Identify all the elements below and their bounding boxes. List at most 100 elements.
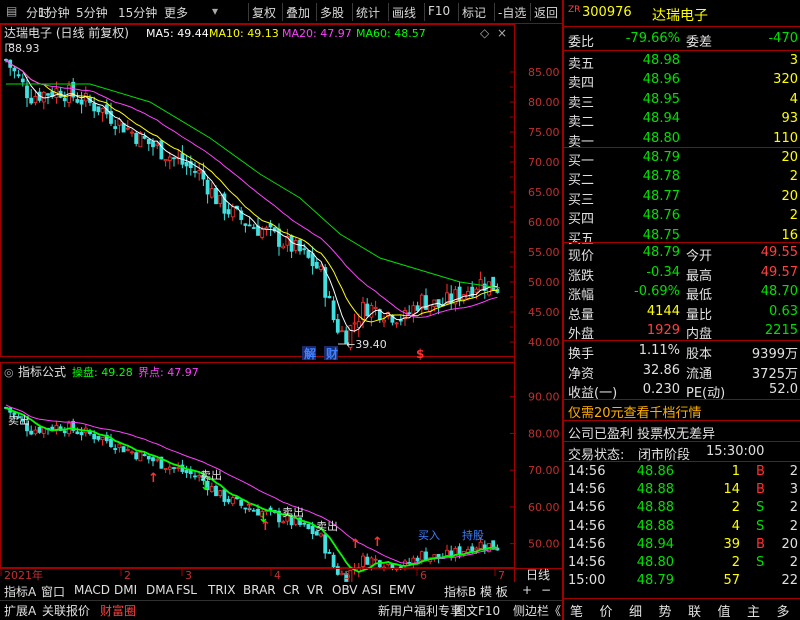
xaxis-label: 2021年: [4, 568, 43, 582]
notice-row: 公司已盈利 投票权无差异: [566, 421, 800, 442]
ind-candle-body: [331, 554, 336, 568]
collapse-icon[interactable]: ◎: [4, 366, 14, 379]
indicator-tab-11[interactable]: ASI: [362, 583, 381, 597]
indicator-tab-7[interactable]: BRAR: [243, 583, 276, 597]
sell-vol: 110: [773, 130, 798, 146]
quote-label: 涨跌: [568, 268, 595, 284]
panel-icon-5[interactable]: 值: [718, 601, 731, 620]
toolbar-item-4[interactable]: 更多: [164, 4, 188, 21]
ind-candle-body: [319, 533, 323, 537]
indicator-tab-13[interactable]: 指标B: [444, 583, 476, 600]
toolbar-item-3[interactable]: 15分钟: [118, 4, 157, 21]
bottom-tabs: 指标A 窗口 MACD DMI DMA FSL TRIX BRAR CR VR OBV ASI EMV 指…: [0, 582, 562, 620]
candle-body: [243, 223, 248, 226]
toolbar-right-item-6[interactable]: 标记: [462, 4, 486, 21]
ext-tab-3[interactable]: 新用户福利专享: [378, 602, 462, 619]
promo-row[interactable]: 仅需20元查看千档行情: [566, 400, 800, 421]
main-ytick-label: 45.00: [528, 306, 560, 319]
ext-tab-4[interactable]: 图文F10: [454, 602, 500, 619]
ind-candle-body: [155, 458, 160, 461]
period-label[interactable]: 日线: [526, 568, 550, 582]
indicator-tab-10[interactable]: OBV: [332, 583, 358, 597]
indicator-tab-0[interactable]: 指标A: [4, 583, 36, 600]
ind-candle-body: [117, 443, 122, 449]
candle-body: [398, 319, 403, 322]
buy-arrow-icon: ↑: [372, 535, 383, 550]
tick-row: 14:56 48.86 1 B 2: [566, 462, 800, 482]
chart-area[interactable]: 达瑞电子 (日线 前复权) MA5: 49.44 MA10: 49.13 MA20: …: [0, 24, 562, 582]
buy-price: 48.77: [642, 188, 680, 204]
sell-row: 卖四 48.96 320: [566, 70, 800, 92]
ind-ytick-label: 50.00: [528, 538, 560, 551]
candle-body: [260, 229, 265, 238]
panel-icon-6[interactable]: 主: [747, 601, 760, 620]
toolbar-right-item-8[interactable]: 返回: [534, 4, 558, 21]
panel-icon-2[interactable]: 细: [629, 601, 642, 620]
buy-row: 买四 48.76 2: [566, 206, 800, 227]
ext-tab-5[interactable]: 侧边栏《: [513, 602, 561, 619]
buy-signal: 买入: [418, 529, 440, 542]
tick-volume: 2: [731, 500, 740, 516]
panel-icon-1[interactable]: 价: [600, 601, 613, 620]
panel-icon-7[interactable]: 多: [777, 601, 790, 620]
ind-candle-body: [478, 541, 483, 549]
event-tag-2[interactable]: $: [416, 347, 424, 361]
indicator-tab-4[interactable]: DMA: [146, 583, 174, 597]
menu-icon[interactable]: ▤: [6, 4, 17, 18]
indicator-tab-9[interactable]: VR: [307, 583, 324, 597]
quote-label: 总量: [568, 307, 595, 323]
candle-body: [474, 288, 479, 293]
sell-price: 48.95: [642, 91, 680, 107]
indicator-tab-16[interactable]: −: [541, 583, 551, 597]
ma-label-0: MA5: 49.44: [146, 27, 209, 40]
low-marker-label: ←39.40: [346, 338, 387, 351]
panel-icon-3[interactable]: 势: [659, 601, 672, 620]
close-icon[interactable]: ×: [497, 26, 507, 40]
buy-arrow-icon: ↑: [244, 501, 255, 516]
indicator-tab-5[interactable]: FSL: [176, 583, 197, 597]
ext-tab-1[interactable]: 关联报价: [42, 602, 90, 619]
indicator-tab-8[interactable]: CR: [283, 583, 300, 597]
ind-candle-body: [398, 566, 403, 569]
indicator-tab-6[interactable]: TRIX: [208, 583, 235, 597]
toolbar-right-item-4[interactable]: 画线: [392, 4, 416, 21]
toolbar-right-item-1[interactable]: 叠加: [286, 4, 310, 21]
toolbar-right-item-0[interactable]: 复权: [252, 4, 276, 21]
ma20-line: [5, 59, 498, 318]
toolbar-item-1[interactable]: 1分钟: [38, 4, 70, 21]
stat-label: 流通: [686, 366, 713, 382]
chevron-down-icon[interactable]: ▾: [212, 4, 218, 18]
ind-candle-body: [310, 525, 315, 535]
indicator-tab-2[interactable]: MACD: [74, 583, 110, 597]
stats-row: 收益(一) 0.230 PE(动) 52.0: [566, 380, 800, 401]
toolbar-right-item-5[interactable]: F10: [428, 4, 450, 18]
ind-candle-body: [302, 522, 307, 525]
sell-price: 48.96: [642, 72, 680, 88]
toolbar-right-item-3[interactable]: 统计: [356, 4, 380, 21]
indicator-tab-14[interactable]: 模 板: [480, 583, 508, 600]
indicator-tab-12[interactable]: EMV: [389, 583, 415, 597]
panel-icon-0[interactable]: 笔: [570, 601, 583, 620]
event-tag-0[interactable]: 解: [304, 346, 316, 361]
toolbar-right-item-2[interactable]: 多股: [320, 4, 344, 21]
indicator-tab-3[interactable]: DMI: [114, 583, 137, 597]
indicator-tab-1[interactable]: 窗口: [41, 583, 65, 600]
xaxis-label: 3: [185, 569, 192, 582]
ext-tab-2[interactable]: 财富圈: [100, 602, 136, 619]
sell-label: 卖四: [568, 76, 595, 92]
ext-tab-0[interactable]: 扩展A: [4, 602, 36, 619]
diamond-icon[interactable]: ◇: [480, 26, 490, 40]
ma-label-1: MA10: 49.13: [209, 27, 279, 40]
indicator-tab-15[interactable]: +: [522, 583, 532, 597]
panel-icon-4[interactable]: 联: [688, 601, 701, 620]
toolbar-right-item-7[interactable]: -自选: [498, 4, 526, 21]
ind-candle-body: [306, 523, 311, 529]
main-ytick-label: 65.00: [528, 186, 560, 199]
event-tag-1[interactable]: 财: [325, 346, 338, 361]
candle-body: [75, 99, 80, 103]
quote-value: -0.34: [646, 264, 680, 280]
ind-candle-body: [184, 470, 189, 474]
buy-vol: 16: [781, 227, 798, 243]
toolbar-item-2[interactable]: 5分钟: [76, 4, 108, 21]
quote-value: 0.63: [769, 303, 798, 319]
